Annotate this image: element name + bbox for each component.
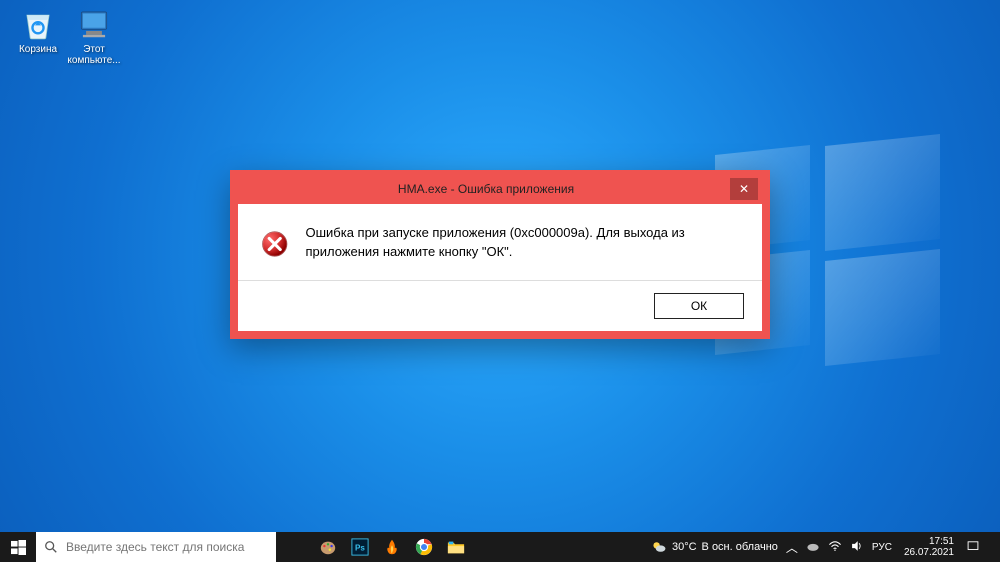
chrome-icon [415,538,433,556]
weather-icon [651,539,667,555]
flame-icon [383,538,401,556]
onedrive-icon[interactable] [806,539,820,556]
tray-overflow-icon[interactable]: ︿ [786,539,798,556]
language-indicator[interactable]: РУС [872,542,892,553]
dialog-footer: ОК [238,280,762,331]
close-button[interactable]: ✕ [730,178,758,200]
photoshop-icon: Ps [351,538,369,556]
pinned-apps: Ps [311,532,473,562]
recycle-bin-icon [19,4,57,42]
dialog-titlebar[interactable]: HMA.exe - Ошибка приложения ✕ [238,178,762,204]
search-input[interactable] [66,540,268,554]
taskbar-app-explorer[interactable] [445,536,467,558]
notifications-icon[interactable] [966,539,980,556]
ok-button[interactable]: ОК [654,293,744,319]
taskbar-app-chrome[interactable] [413,536,435,558]
weather-description: В осн. облачно [702,541,778,553]
volume-icon[interactable] [850,539,864,556]
system-tray: 30°C В осн. облачно ︿ РУС 17:51 26.07.20… [645,532,1000,562]
this-pc-label: Этот компьюте... [64,44,124,66]
windows-logo-icon [11,540,26,555]
error-icon [260,224,289,264]
dialog-message: Ошибка при запуске приложения (0xc000009… [305,224,740,262]
recycle-bin-label: Корзина [8,44,68,55]
clock-time: 17:51 [904,536,954,547]
clock[interactable]: 17:51 26.07.2021 [900,536,958,558]
error-dialog: HMA.exe - Ошибка приложения ✕ Ошибка при… [230,170,770,339]
search-box[interactable] [36,532,276,562]
computer-icon [75,4,113,42]
folder-icon [447,538,465,556]
search-icon [44,540,58,554]
svg-text:Ps: Ps [355,544,365,553]
clock-date: 26.07.2021 [904,547,954,558]
dialog-body: Ошибка при запуске приложения (0xc000009… [238,204,762,280]
taskbar-app-photoshop[interactable]: Ps [349,536,371,558]
taskbar: Ps [0,532,1000,562]
this-pc-desktop-icon[interactable]: Этот компьюте... [64,4,124,66]
wifi-icon[interactable] [828,539,842,556]
weather-temperature: 30°C [672,541,697,553]
taskbar-app-paint[interactable] [317,536,339,558]
start-button[interactable] [0,532,36,562]
close-icon: ✕ [739,182,749,196]
palette-icon [319,538,337,556]
taskbar-app-flame[interactable] [381,536,403,558]
dialog-title: HMA.exe - Ошибка приложения [242,182,730,196]
recycle-bin-desktop-icon[interactable]: Корзина [8,4,68,55]
weather-widget[interactable]: 30°C В осн. облачно [651,539,778,555]
